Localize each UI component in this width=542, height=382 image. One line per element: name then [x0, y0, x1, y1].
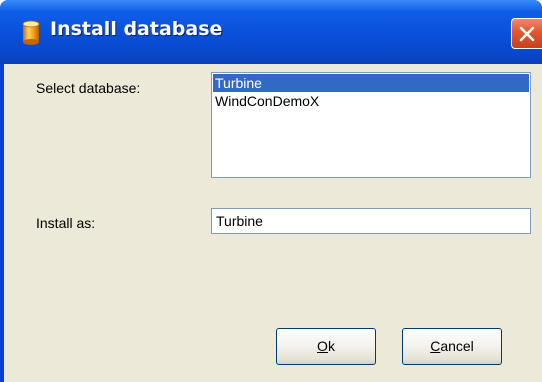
- cancel-button-label: ancel: [440, 338, 474, 354]
- close-icon: [519, 26, 535, 42]
- ok-button-accelerator: O: [317, 338, 328, 354]
- database-list-item[interactable]: WindConDemoX: [213, 92, 529, 110]
- cancel-button-accelerator: C: [430, 338, 441, 354]
- database-icon: [22, 20, 40, 46]
- install-database-dialog: Install database Select database: Turbin…: [0, 0, 542, 382]
- title-bar[interactable]: Install database: [0, 0, 542, 64]
- select-database-label: Select database:: [36, 80, 141, 96]
- database-list-item[interactable]: Turbine: [213, 74, 529, 92]
- install-as-label: Install as:: [36, 215, 96, 231]
- ok-button[interactable]: Ok: [276, 328, 376, 365]
- close-button[interactable]: [511, 18, 542, 49]
- cancel-button[interactable]: Cancel: [402, 328, 502, 365]
- ok-button-label: k: [327, 338, 335, 354]
- dialog-title: Install database: [50, 18, 223, 40]
- dialog-body: Select database: Turbine WindConDemoX In…: [4, 64, 542, 382]
- install-as-input[interactable]: [211, 208, 531, 234]
- database-listbox[interactable]: Turbine WindConDemoX: [211, 72, 531, 178]
